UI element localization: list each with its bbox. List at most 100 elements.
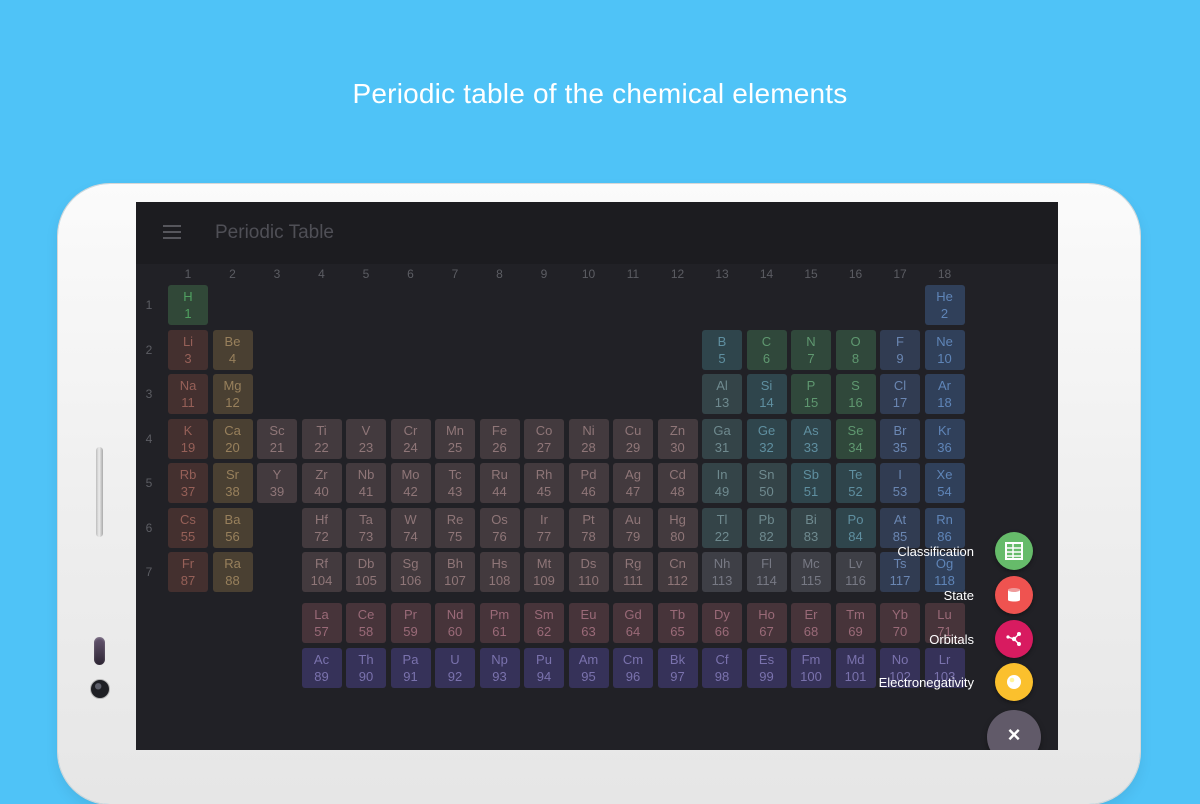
element-ar[interactable]: Ar 18 [924,374,965,414]
element-si[interactable]: Si 14 [746,374,787,414]
element-rb[interactable]: Rb 37 [168,463,208,503]
element-number: 17 [892,395,908,410]
element-as[interactable]: As 33 [791,418,831,459]
element-symbol: Tl [716,511,728,527]
element-symbol: F [896,333,904,349]
element-s[interactable]: S 16 [835,374,876,414]
element-number: 13 [714,395,730,410]
state-button[interactable] [995,576,1033,614]
element-v[interactable]: V 23 [346,418,386,459]
element-number: 36 [937,439,952,455]
element-ru[interactable]: Ru 44 [479,463,520,503]
element-number: 43 [447,484,463,499]
close-button[interactable]: × [987,710,1041,750]
element-kr[interactable]: Kr 36 [924,418,965,459]
element-c[interactable]: C6 [746,329,787,370]
element-n[interactable]: N7 [791,329,831,370]
element-ga[interactable]: Ga 31 [702,418,742,459]
element-y[interactable]: Y 39 [257,463,297,503]
element-b[interactable]: B5 [702,329,742,370]
element-symbol: Hf [315,511,328,527]
element-mg[interactable]: Mg 12 [212,374,253,414]
element-li[interactable]: Li 3 [168,329,208,370]
element-na[interactable]: Na 11 [168,374,208,414]
element-co[interactable]: Co 27 [524,418,564,459]
group-label-14: 14 [759,267,774,281]
element-pd[interactable]: Pd 46 [568,463,609,503]
element-number: 8 [851,350,860,366]
element-mn[interactable]: Mn 25 [435,418,475,459]
element-ti[interactable]: Ti 22 [301,418,342,459]
element-symbol: H [183,289,193,304]
element-te[interactable]: Te 52 [835,463,876,503]
element-k[interactable]: K 19 [168,418,208,459]
element-cl[interactable]: Cl 17 [880,374,920,414]
orbitals-button[interactable] [995,620,1033,658]
element-i[interactable]: I 53 [880,463,920,503]
group-label-16: 16 [848,267,863,281]
element-tc[interactable]: Tc 43 [435,463,475,503]
element-symbol: Sr [226,467,239,482]
element-number: 26 [492,439,507,455]
fab-item-electronegativity[interactable]: Electronegativity [136,663,1058,703]
element-sr[interactable]: Sr 38 [212,463,253,503]
element-number: 4 [228,350,237,366]
element-sn[interactable]: Sn 50 [746,463,787,503]
element-zr[interactable]: Zr 40 [301,463,342,503]
element-number: 47 [625,484,641,499]
element-ni[interactable]: Ni 28 [568,418,609,459]
element-symbol: N [806,333,816,349]
element-symbol: Ir [540,511,548,527]
element-ne[interactable]: Ne 10 [924,329,965,370]
element-rh[interactable]: Rh 45 [524,463,564,503]
element-number: 52 [848,484,863,499]
group-label-5: 5 [362,267,370,281]
element-zn[interactable]: Zn 30 [657,418,698,459]
group-label-3: 3 [273,267,281,281]
element-number: 21 [269,439,285,455]
element-symbol: As [803,422,819,438]
element-al[interactable]: Al 13 [702,374,742,414]
menu-line-middle [163,231,181,233]
element-symbol: Ge [757,422,776,438]
element-symbol: Cs [180,511,196,527]
element-number: 20 [225,439,240,455]
element-ag[interactable]: Ag 47 [613,463,653,503]
element-he[interactable]: He 2 [924,285,965,325]
element-symbol: Na [179,378,197,393]
element-br[interactable]: Br 35 [880,418,920,459]
front-sensor [94,637,105,665]
element-ge[interactable]: Ge 32 [746,418,787,459]
element-mo[interactable]: Mo 42 [390,463,431,503]
fab-item-orbitals[interactable]: Orbitals [136,620,1058,660]
element-nb[interactable]: Nb 41 [346,463,386,503]
element-p[interactable]: P 15 [791,374,831,414]
element-symbol: Ag [625,467,641,482]
element-o[interactable]: O8 [835,329,876,370]
element-number: 19 [180,439,196,455]
element-sb[interactable]: Sb 51 [791,463,831,503]
element-ca[interactable]: Ca 20 [212,418,253,459]
element-be[interactable]: Be 4 [212,329,253,370]
element-h[interactable]: H1 [168,285,208,325]
element-in[interactable]: In 49 [702,463,742,503]
element-f[interactable]: F9 [880,329,920,370]
classification-button[interactable] [995,532,1033,570]
element-number: 2 [940,306,949,321]
element-symbol: Tc [448,467,462,482]
fab-item-classification[interactable]: Classification [136,532,1058,572]
element-cd[interactable]: Cd 48 [657,463,698,503]
element-se[interactable]: Se 34 [835,418,876,459]
element-cu[interactable]: Cu 29 [613,418,653,459]
menu-icon[interactable] [163,225,181,239]
electronegativity-button[interactable] [995,663,1033,701]
element-xe[interactable]: Xe 54 [924,463,965,503]
group-label-11: 11 [626,267,640,281]
fab-item-state[interactable]: State [136,576,1058,616]
element-cr[interactable]: Cr 24 [390,418,431,459]
element-fe[interactable]: Fe 26 [479,418,520,459]
group-label-10: 10 [581,267,596,281]
menu-line-top [163,225,181,227]
element-symbol: Kr [938,422,951,438]
element-sc[interactable]: Sc 21 [257,418,297,459]
